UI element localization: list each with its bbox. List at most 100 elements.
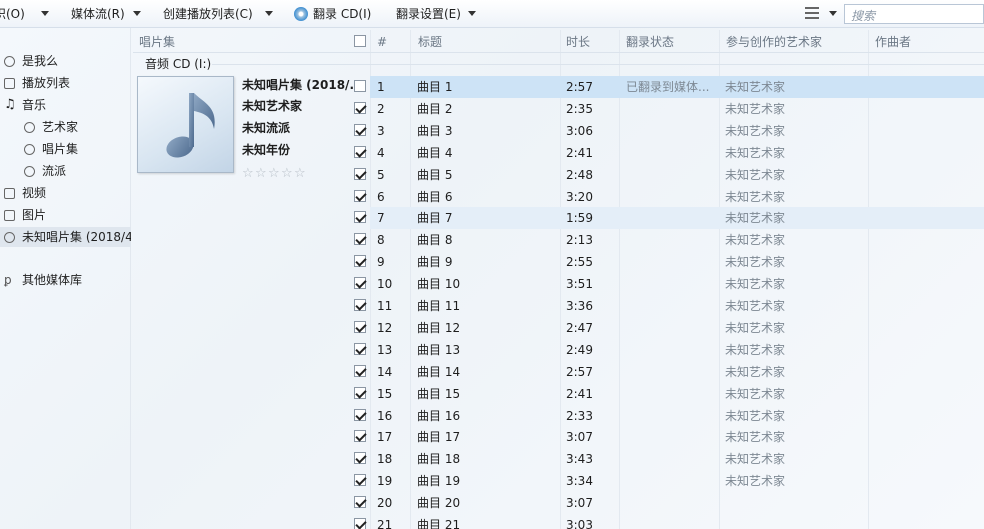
track-checkbox[interactable] [354, 255, 366, 268]
track-checkbox[interactable] [354, 474, 366, 487]
track-checkbox[interactable] [354, 233, 366, 246]
track-duration: 2:48 [566, 167, 593, 182]
table-row[interactable]: 4 曲目 4 2:41 未知艺术家 [370, 142, 984, 164]
table-row[interactable]: 17 曲目 17 3:07 未知艺术家 [370, 426, 984, 448]
column-header-rip-status[interactable]: 翻录状态 [626, 32, 674, 52]
star-icon[interactable]: ☆ [268, 166, 280, 181]
rip-cd-button[interactable]: 翻录 CD(I) [313, 6, 371, 22]
track-number: 4 [377, 145, 385, 160]
select-all-checkbox[interactable] [354, 35, 366, 47]
column-header-number[interactable]: # [377, 32, 387, 52]
star-icon[interactable]: ☆ [281, 166, 293, 181]
organize-menu[interactable]: 织(O) [0, 6, 25, 22]
rip-cd-icon[interactable] [294, 7, 308, 21]
track-checkbox[interactable] [354, 386, 366, 399]
track-number: 9 [377, 255, 385, 270]
table-row[interactable]: 6 曲目 6 3:20 未知艺术家 [370, 186, 984, 208]
track-checkbox[interactable] [354, 408, 366, 421]
table-row[interactable]: 13 曲目 13 2:49 未知艺术家 [370, 339, 984, 361]
star-icon[interactable]: ☆ [242, 166, 254, 181]
stream-menu[interactable]: 媒体流(R) [71, 6, 125, 22]
create-playlist-menu[interactable]: 创建播放列表(C) [163, 6, 253, 22]
column-header-duration[interactable]: 时长 [566, 32, 590, 52]
track-artist: 未知艺术家 [725, 386, 786, 401]
table-row[interactable]: 18 曲目 18 3:43 未知艺术家 [370, 448, 984, 470]
nav-item-user[interactable]: 是我么 [0, 51, 131, 71]
nav-item-other-libraries[interactable]: ꝑ 其他媒体库 [0, 270, 131, 290]
track-duration: 1:59 [566, 211, 593, 226]
table-row[interactable]: 2 曲目 2 2:35 未知艺术家 [370, 98, 984, 120]
nav-item-video[interactable]: 视频 [0, 183, 131, 203]
album-genre[interactable]: 未知流派 [242, 119, 290, 137]
search-placeholder: 搜索 [851, 9, 876, 23]
track-checkbox[interactable] [354, 145, 366, 158]
table-row[interactable]: 20 曲目 20 3:07 [370, 492, 984, 514]
navigation-pane: 是我么 播放列表 ♫ 音乐 艺术家 唱片集 流派 视频 图片 未知唱片集 (20… [0, 28, 131, 529]
track-title: 曲目 10 [417, 277, 461, 292]
table-row[interactable]: 1 曲目 1 2:57 已翻录到媒体... 未知艺术家 [370, 76, 984, 98]
view-options-icon[interactable] [805, 6, 819, 20]
track-checkbox[interactable] [354, 123, 366, 136]
nav-item-album[interactable]: 唱片集 [0, 139, 131, 159]
table-row[interactable]: 21 曲目 21 3:03 [370, 514, 984, 529]
column-header-album[interactable]: 唱片集 [139, 32, 175, 52]
track-number: 7 [377, 211, 385, 226]
column-header-composer[interactable]: 作曲者 [875, 32, 911, 52]
track-checkbox[interactable] [354, 299, 366, 311]
chevron-down-icon[interactable] [829, 11, 837, 16]
album-art[interactable] [137, 76, 234, 173]
table-row[interactable]: 7 曲目 7 1:59 未知艺术家 [370, 207, 984, 230]
table-row[interactable]: 5 曲目 5 2:48 未知艺术家 [370, 164, 984, 186]
rip-settings-menu[interactable]: 翻录设置(E) [396, 6, 461, 22]
track-checkbox[interactable] [354, 80, 366, 92]
table-row[interactable]: 15 曲目 15 2:41 未知艺术家 [370, 383, 984, 405]
track-checkbox[interactable] [354, 496, 366, 509]
table-row[interactable]: 9 曲目 9 2:55 未知艺术家 [370, 251, 984, 273]
track-checkbox[interactable] [354, 452, 366, 465]
table-row[interactable]: 11 曲目 11 3:36 未知艺术家 [370, 295, 984, 317]
table-row[interactable]: 19 曲目 19 3:34 未知艺术家 [370, 470, 984, 492]
table-row[interactable]: 16 曲目 16 2:33 未知艺术家 [370, 405, 984, 427]
track-checkbox[interactable] [354, 101, 366, 114]
nav-item-label: 图片 [22, 208, 47, 222]
track-checkbox[interactable] [354, 342, 366, 355]
track-checkbox[interactable] [354, 277, 366, 290]
album-name[interactable]: 未知唱片集 (2018/... [242, 76, 363, 94]
nav-item-music[interactable]: ♫ 音乐 [0, 95, 131, 115]
chevron-down-icon[interactable] [133, 11, 141, 16]
chevron-down-icon[interactable] [41, 11, 49, 16]
nav-item-unknown-album[interactable]: 未知唱片集 (2018/4 [0, 227, 131, 247]
track-title: 曲目 4 [417, 145, 453, 160]
user-icon [4, 56, 15, 67]
track-checkbox[interactable] [354, 211, 366, 224]
chevron-down-icon[interactable] [265, 11, 273, 16]
nav-item-genre[interactable]: 流派 [0, 161, 131, 181]
table-row[interactable]: 14 曲目 14 2:57 未知艺术家 [370, 361, 984, 383]
table-row[interactable]: 12 曲目 12 2:47 未知艺术家 [370, 317, 984, 339]
table-row[interactable]: 3 曲目 3 3:06 未知艺术家 [370, 120, 984, 142]
track-checkbox[interactable] [354, 189, 366, 202]
track-title: 曲目 12 [417, 320, 461, 335]
column-header-title[interactable]: 标题 [418, 32, 442, 52]
track-checkbox[interactable] [354, 320, 366, 333]
track-checkbox[interactable] [354, 364, 366, 377]
star-icon[interactable]: ☆ [294, 166, 306, 181]
nav-item-label: 播放列表 [22, 76, 71, 90]
track-artist: 未知艺术家 [725, 123, 786, 138]
track-title: 曲目 14 [417, 364, 461, 379]
nav-item-artist[interactable]: 艺术家 [0, 117, 131, 137]
search-input[interactable]: 搜索 [844, 4, 984, 24]
column-header-contributing-artist[interactable]: 参与创作的艺术家 [726, 32, 822, 52]
nav-item-playlists[interactable]: 播放列表 [0, 73, 131, 93]
track-checkbox[interactable] [354, 430, 366, 443]
chevron-down-icon[interactable] [468, 11, 476, 16]
album-year[interactable]: 未知年份 [242, 141, 290, 159]
star-icon[interactable]: ☆ [255, 166, 267, 181]
table-row[interactable]: 8 曲目 8 2:13 未知艺术家 [370, 229, 984, 251]
track-checkbox[interactable] [354, 518, 366, 529]
track-checkbox[interactable] [354, 167, 366, 180]
nav-item-pictures[interactable]: 图片 [0, 205, 131, 225]
album-artist[interactable]: 未知艺术家 [242, 97, 302, 115]
track-number: 10 [377, 277, 393, 292]
table-row[interactable]: 10 曲目 10 3:51 未知艺术家 [370, 273, 984, 295]
